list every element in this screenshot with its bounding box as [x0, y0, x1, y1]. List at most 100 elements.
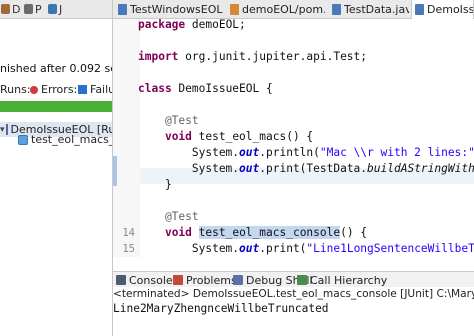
code-token: out [239, 162, 260, 175]
progress-fill [0, 101, 112, 112]
tab-call-hierarchy[interactable]: Call Hierarchy [297, 272, 387, 288]
xml-file-icon [230, 4, 239, 15]
error-icon [30, 85, 38, 94]
code-text: @Test [138, 209, 199, 225]
code-token: System. [138, 146, 240, 159]
code-token: @Test [138, 210, 199, 223]
console-status: <terminated> DemoIssueEOL.test_eol_macs_… [113, 288, 474, 300]
tab-label: Problems [186, 273, 237, 287]
tree-item-label: test_eol_macs_consol [31, 133, 112, 146]
code-text: System.out.print("Line1LongSentenceWillb… [138, 241, 474, 257]
code-line[interactable]: 14 void test_eol_macs_console() { [113, 225, 474, 241]
selected-text: test_eol_macs_console [198, 226, 341, 239]
failures-label: Failures: [90, 83, 112, 96]
code-token: "Line1LongSentenceWillbeTruncated\r" [306, 242, 474, 255]
code-line[interactable]: import org.junit.jupiter.api.Test; [113, 49, 474, 65]
tab-label: TestWindowsEOL.java [130, 3, 223, 16]
code-token: } [138, 178, 172, 191]
runs-counter: Runs: [0, 83, 31, 96]
chevron-down-icon[interactable]: ▾ [0, 125, 5, 135]
tab-label: demoEOL/pom.xml [242, 3, 325, 16]
code-token: org.junit.jupiter.api.Test; [178, 50, 368, 63]
test-suite-icon [5, 124, 8, 135]
code-token: out [239, 146, 260, 159]
code-text: System.out.print(TestData.buildAStringWi… [138, 161, 474, 177]
code-line[interactable] [113, 97, 474, 113]
runs-label: Runs: [0, 83, 31, 96]
tab-pom-xml[interactable]: demoEOL/pom.xml [227, 0, 325, 19]
tab-problems[interactable]: Problems [173, 272, 237, 288]
code-token: .print( [259, 242, 307, 255]
code-token: .println( [259, 146, 320, 159]
code-line[interactable]: } [113, 177, 474, 193]
test-progress-bar [0, 101, 112, 112]
problems-icon [173, 275, 183, 285]
tab-demoissueeol[interactable]: DemoIssu [411, 0, 474, 19]
code-line[interactable]: @Test [113, 113, 474, 129]
java-file-icon [415, 4, 424, 15]
project-explorer-icon [24, 4, 33, 14]
console-area[interactable] [113, 318, 474, 336]
console-output[interactable]: Line2MaryZhengnceWillbeTruncated [113, 302, 474, 318]
tab-label: Call Hierarchy [310, 273, 388, 287]
test-counters: Runs: Errors: Failures: [0, 82, 112, 98]
code-line[interactable]: System.out.println("Mac \\r with 2 lines… [113, 145, 474, 161]
code-editor[interactable]: package demoEOL; import org.junit.jupiter… [113, 19, 474, 257]
code-token: import [138, 50, 179, 63]
code-line[interactable]: 15 System.out.print("Line1LongSentenceWi… [113, 241, 474, 257]
tab-testwindowseol[interactable]: TestWindowsEOL.java [115, 0, 223, 19]
code-line[interactable]: System.out.print(TestData.buildAStringWi… [113, 161, 474, 177]
code-token: void [164, 130, 192, 143]
code-token: @Test [138, 114, 199, 127]
code-token: class [138, 82, 172, 95]
finished-status: nished after 0.092 seconds [0, 62, 112, 75]
tree-item-test[interactable]: test_eol_macs_consol [18, 132, 112, 147]
debug-shell-icon [233, 275, 243, 285]
code-line[interactable]: @Test [113, 209, 474, 225]
code-line[interactable]: package demoEOL; [113, 19, 474, 33]
tab-label: Console [129, 273, 173, 287]
code-token: .print(TestData. [259, 162, 368, 175]
line-number: 15 [122, 243, 135, 255]
code-token: System. [138, 162, 240, 175]
failure-icon [78, 85, 87, 94]
code-line[interactable]: class DemoIssueEOL { [113, 81, 474, 97]
errors-counter: Errors: [30, 83, 77, 96]
code-text: System.out.println("Mac \\r with 2 lines… [138, 145, 474, 161]
line-number: 14 [122, 227, 135, 239]
code-token: () { [340, 226, 368, 239]
code-token: void [164, 226, 192, 239]
junit-icon [48, 4, 57, 14]
test-case-icon [18, 134, 28, 145]
code-token: out [239, 242, 260, 255]
code-line[interactable] [113, 33, 474, 49]
code-token: demoEOL; [185, 19, 246, 31]
left-view-tabs: D P J [0, 0, 112, 19]
code-token: DemoIssueEOL { [171, 82, 273, 95]
code-token: buildAStringWithEol [367, 162, 474, 175]
tab-label: DemoIssu [427, 3, 474, 16]
code-line[interactable]: void test_eol_macs() { [113, 129, 474, 145]
tab-project-explorer[interactable]: P [24, 1, 42, 17]
tab-junit[interactable]: J [48, 1, 62, 17]
tab-testdata[interactable]: TestData.java [329, 0, 409, 19]
code-line[interactable] [113, 193, 474, 209]
code-token: test_eol_macs() { [191, 130, 314, 143]
code-text: class DemoIssueEOL { [138, 81, 273, 97]
code-line[interactable] [113, 65, 474, 81]
java-file-icon [118, 4, 127, 15]
tab-package-explorer[interactable]: D [1, 1, 20, 17]
tab-label: P [35, 2, 42, 16]
tab-label: TestData.java [344, 3, 409, 16]
console-view-tabs: Console Problems Debug Shell Call Hierar… [113, 271, 474, 287]
tab-console[interactable]: Console [116, 272, 173, 288]
failures-counter: Failures: [78, 83, 112, 96]
code-text: package demoEOL; [138, 19, 246, 33]
package-explorer-icon [1, 4, 10, 14]
code-text: void test_eol_macs() { [138, 129, 313, 145]
code-text: } [138, 177, 172, 193]
code-text: void test_eol_macs_console() { [138, 225, 367, 241]
